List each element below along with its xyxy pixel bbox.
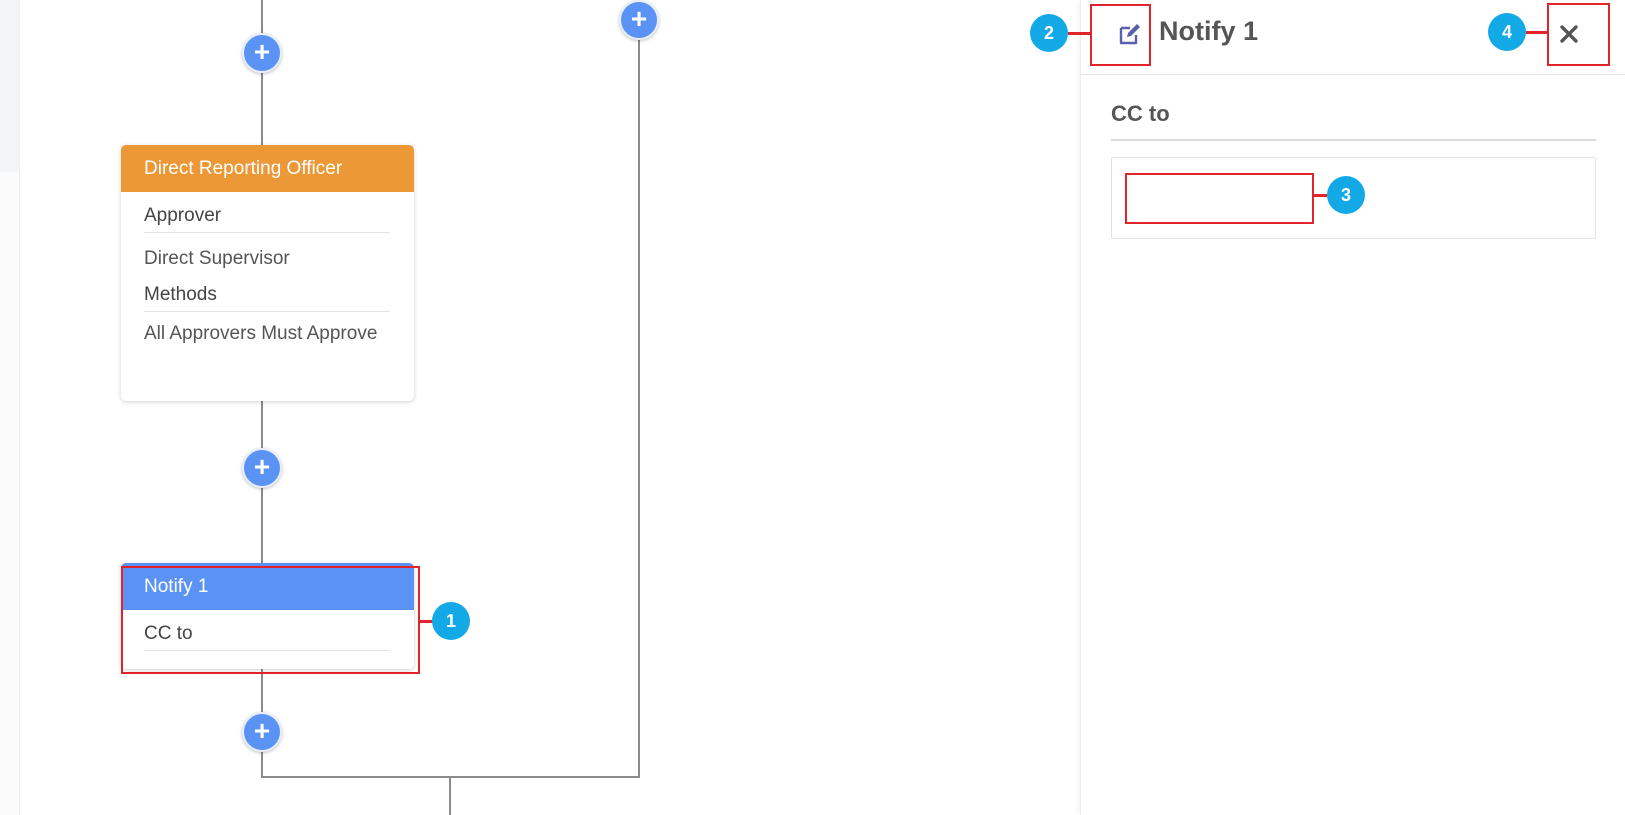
- methods-label: Methods: [144, 275, 390, 312]
- add-step-button-bottom[interactable]: +: [242, 712, 282, 752]
- callout-connector-2: [1068, 32, 1091, 35]
- notify-node-title: Notify 1: [144, 575, 209, 597]
- edit-icon: [1119, 24, 1140, 45]
- notify-node[interactable]: Notify 1 CC to: [121, 563, 414, 669]
- approver-node-title: Direct Reporting Officer: [144, 157, 343, 179]
- callout-badge-4: 4: [1488, 13, 1526, 51]
- approver-value: Direct Supervisor: [144, 248, 290, 269]
- flow-line-branch: [638, 18, 640, 778]
- workflow-canvas: + + + + Direct Reporting Officer Approve…: [21, 0, 1079, 815]
- callout-badge-1: 1: [432, 602, 470, 640]
- add-step-button-top[interactable]: +: [242, 33, 282, 73]
- notify-cc-label: CC to: [144, 610, 390, 651]
- approver-label: Approver: [144, 192, 390, 233]
- panel-title[interactable]: Notify 1: [1159, 16, 1258, 47]
- flow-line-exit: [449, 776, 451, 815]
- close-button[interactable]: [1551, 16, 1587, 52]
- edit-title-button[interactable]: [1115, 19, 1145, 49]
- notify-settings-panel: Notify 1 CC to: [1080, 0, 1625, 815]
- add-step-button-branch[interactable]: +: [619, 0, 659, 40]
- add-step-button-middle[interactable]: +: [242, 448, 282, 488]
- callout-connector-3: [1313, 194, 1327, 197]
- approver-node-header: Direct Reporting Officer: [121, 145, 414, 192]
- notify-node-header: Notify 1: [121, 563, 414, 610]
- callout-badge-2: 2: [1030, 14, 1068, 52]
- left-gutter-tab: [0, 0, 19, 172]
- methods-value: All Approvers Must Approve: [144, 323, 378, 344]
- callout-connector-4: [1526, 31, 1548, 34]
- cc-recipients-field[interactable]: [1127, 173, 1310, 222]
- cc-section-divider: [1111, 139, 1596, 141]
- cc-section-label: CC to: [1111, 101, 1170, 126]
- panel-header: Notify 1: [1081, 0, 1625, 75]
- left-gutter: [0, 0, 20, 815]
- approver-node[interactable]: Direct Reporting Officer Approver Direct…: [121, 145, 414, 401]
- close-icon: [1560, 25, 1578, 43]
- callout-badge-3: 3: [1327, 176, 1365, 214]
